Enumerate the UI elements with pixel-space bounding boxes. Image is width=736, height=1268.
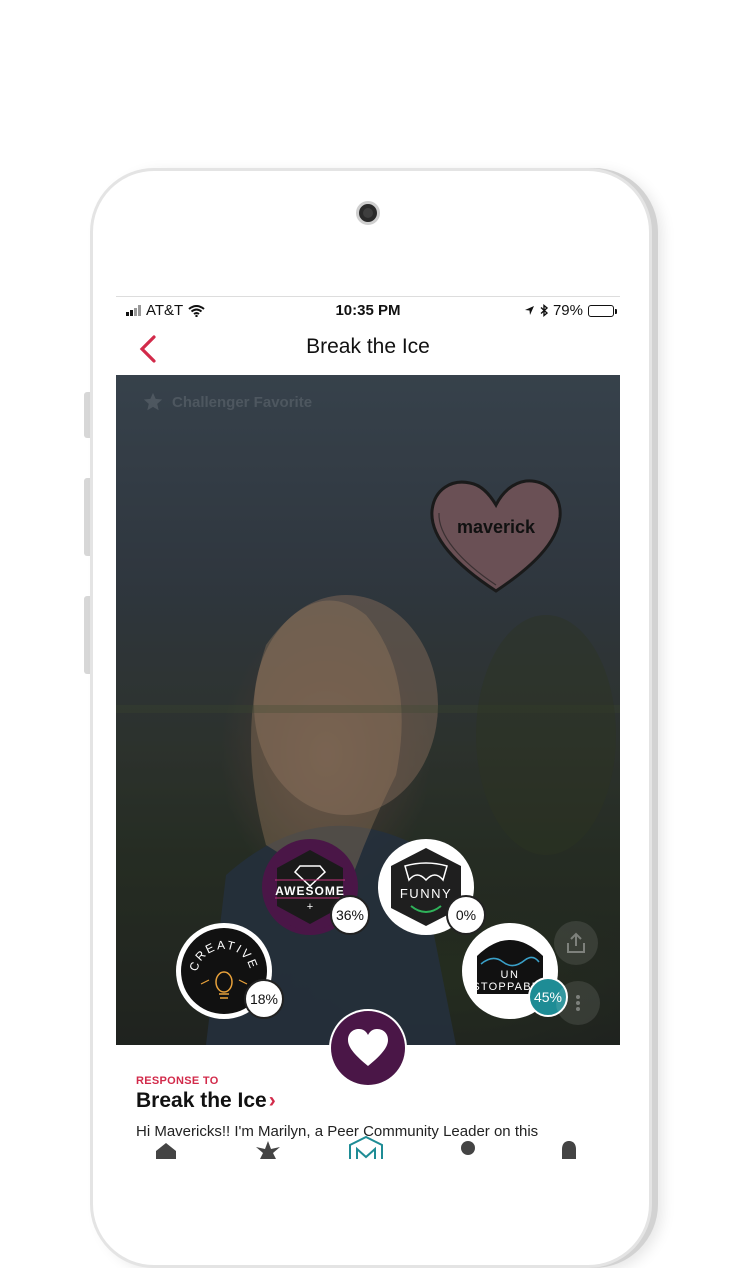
challenger-favorite: Challenger Favorite <box>142 391 312 413</box>
funny-label: FUNNY <box>400 886 452 901</box>
navigation-bar: Break the Ice <box>116 323 620 375</box>
response-photo: Challenger Favorite maverick AWESOME + 3… <box>116 375 620 1045</box>
tab-maverick-logo-icon[interactable] <box>346 1135 386 1159</box>
page-title: Break the Ice <box>306 335 430 358</box>
unstoppable-badge[interactable]: UN STOPPABLE 45% <box>462 923 568 1019</box>
like-button[interactable] <box>331 1011 405 1085</box>
funny-percent: 0% <box>446 895 486 935</box>
share-icon <box>567 932 585 953</box>
tab-challenges-icon[interactable] <box>254 1139 282 1159</box>
front-camera <box>356 201 380 225</box>
more-icon <box>576 995 580 1011</box>
battery-icon <box>588 304 617 317</box>
sticker-text: maverick <box>456 517 536 537</box>
awesome-plus: + <box>307 901 313 913</box>
battery-percent: 79% <box>552 302 583 319</box>
tab-profile-icon[interactable] <box>458 1139 478 1159</box>
chevron-right-icon: › <box>268 1089 276 1112</box>
response-challenge-link[interactable]: Break the Ice› <box>136 1089 276 1113</box>
more-options-button[interactable] <box>556 981 600 1025</box>
unstoppable-label-line1: UN <box>501 969 520 981</box>
awesome-percent: 36% <box>330 895 370 935</box>
heart-icon <box>348 1029 388 1066</box>
creative-label: CREATIVE <box>186 938 261 973</box>
tab-home-icon[interactable] <box>154 1139 178 1159</box>
funny-badge[interactable]: FUNNY 0% <box>378 839 486 935</box>
maverick-heart-sticker: maverick <box>426 475 566 595</box>
awesome-badge[interactable]: AWESOME + 36% <box>262 839 370 935</box>
awesome-label: AWESOME <box>275 884 345 898</box>
share-button[interactable] <box>554 921 598 965</box>
bluetooth-icon <box>540 304 548 317</box>
response-to-label: RESPONSE TO <box>136 1075 219 1087</box>
status-bar: AT&T 10:35 PM 79% <box>116 297 620 323</box>
star-icon <box>143 392 163 411</box>
challenger-favorite-label: Challenger Favorite <box>172 393 313 411</box>
creative-badge[interactable]: CREATIVE 18% <box>176 923 284 1019</box>
tab-notifications-icon[interactable] <box>558 1139 580 1159</box>
creative-percent: 18% <box>244 979 284 1019</box>
tab-bar <box>116 1135 620 1159</box>
location-icon <box>524 306 534 315</box>
phone-screen: AT&T 10:35 PM 79% Break the Ice Challeng… <box>116 296 620 1159</box>
response-challenge-title: Break the Ice <box>136 1089 267 1112</box>
